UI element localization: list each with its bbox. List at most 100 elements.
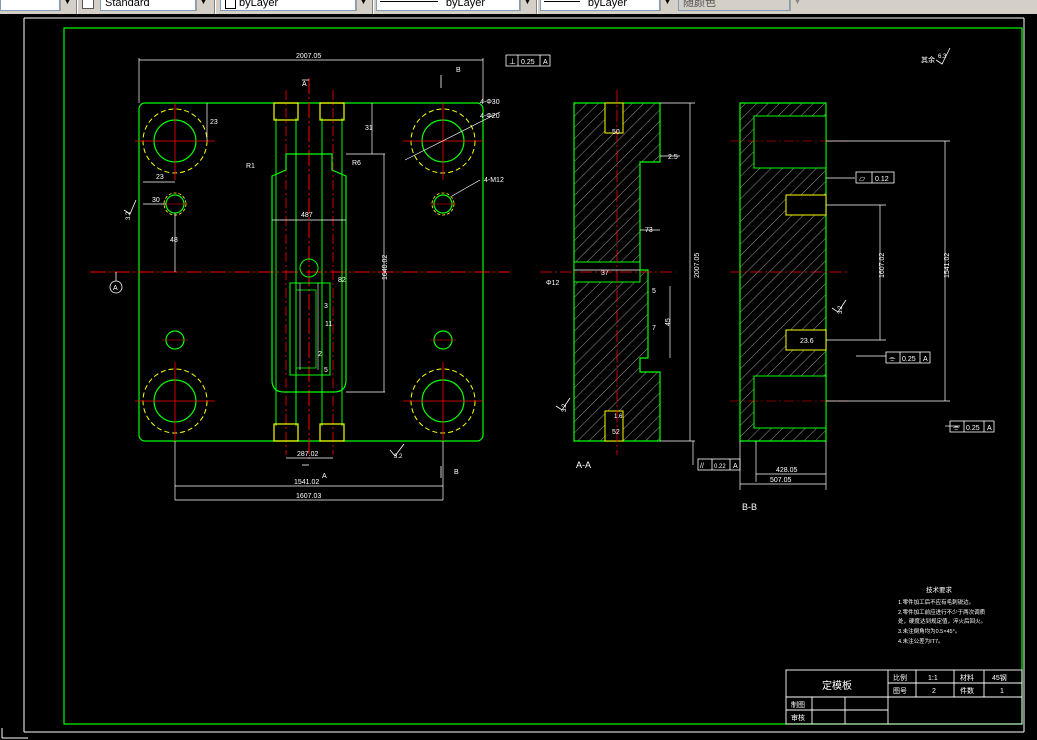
qty-value: 1 xyxy=(1000,688,1004,695)
lineweight-arrow[interactable]: ▼ xyxy=(660,0,674,11)
dim-82: 82 xyxy=(338,277,346,284)
dim-5: 5 xyxy=(324,367,328,374)
text-style-arrow[interactable]: ▼ xyxy=(196,0,210,11)
linetype-arrow[interactable]: ▼ xyxy=(520,0,534,11)
section-bb-label: B-B xyxy=(742,502,757,512)
left-combo-arrow[interactable]: ▼ xyxy=(60,0,74,11)
datum-a-letter: A xyxy=(113,285,118,292)
section-bb-bottom-pocket xyxy=(753,375,827,429)
text-style-icon[interactable] xyxy=(82,0,94,9)
dim-r1: R1 xyxy=(246,163,255,170)
section-aa-height: 2007.05 xyxy=(694,253,701,278)
dim-487: 487 xyxy=(301,212,313,219)
perp-symbol-top: ⊥ xyxy=(509,57,516,66)
dim-center-span: 287.02 xyxy=(297,451,319,458)
drawing-no-label: 图号 xyxy=(893,687,907,695)
tech-req-title: 技术要求 xyxy=(926,585,953,594)
toolbar-separator xyxy=(536,0,538,14)
roughness-section-bb: 3.2 xyxy=(838,305,844,314)
dim-r6: R6 xyxy=(352,160,361,167)
tech-req-line-4: 3.未注倒角均为0.5×45°。 xyxy=(898,627,960,635)
dim-overall-width: 2007.05 xyxy=(296,53,321,60)
dim-48: 48 xyxy=(170,237,178,244)
dim-height-right: 1640.02 xyxy=(382,255,389,280)
text-style-select[interactable]: Standard xyxy=(100,0,196,11)
layer-select[interactable]: byLayer xyxy=(220,0,356,11)
roughness-corner-label: 其余 xyxy=(921,55,935,64)
sym-symbol-mid: ⌯ xyxy=(889,354,896,363)
scale-label: 比例 xyxy=(893,673,907,682)
section-aa-d52: 52 xyxy=(612,429,620,436)
section-aa-d37: 37 xyxy=(601,270,609,277)
drawn-label: 制图 xyxy=(791,700,805,709)
left-combo[interactable] xyxy=(0,0,60,11)
linetype-preview xyxy=(380,1,438,2)
tech-req-line-5: 4.未注公差为IT7。 xyxy=(898,637,944,645)
plot-style-value: 随颜色 xyxy=(683,0,716,9)
tech-req-line-2: 2.零件加工前应进行不少于两次调质 xyxy=(898,608,986,616)
section-bb-top-pocket xyxy=(753,115,827,169)
ucs-icon xyxy=(1,728,28,739)
section-aa-d7: 7 xyxy=(652,325,656,332)
plot-style-select[interactable]: 随颜色 xyxy=(678,0,790,11)
section-aa-bore: Φ12 xyxy=(546,280,559,287)
vertical-scrollbar[interactable] xyxy=(1027,14,1037,740)
text-style-value: Standard xyxy=(105,0,150,9)
section-aa-label: A-A xyxy=(576,460,591,470)
tech-req-line-1: 1.零件加工后不应有毛刺锐边。 xyxy=(898,598,974,606)
layer-value: byLayer xyxy=(239,0,279,9)
qty-label: 件数 xyxy=(960,686,974,695)
section-bb-width-inner: 428.05 xyxy=(776,467,798,474)
scale-value: 1:1 xyxy=(928,675,938,682)
section-letter-b-top: B xyxy=(456,67,461,74)
section-bb-width-outer: 507.05 xyxy=(770,477,792,484)
material-label: 材料 xyxy=(960,673,974,682)
plot-style-arrow[interactable]: ▼ xyxy=(790,0,804,11)
lineweight-preview xyxy=(544,1,580,2)
dim-3: 3 xyxy=(324,303,328,310)
section-aa-d25: 2.5 xyxy=(668,154,678,161)
lineweight-value: byLayer xyxy=(587,0,627,9)
section-bb-height-b: 1541.02 xyxy=(944,253,951,278)
section-aa-d5: 5 xyxy=(652,288,656,295)
section-bb-upper-hole xyxy=(785,194,827,216)
dim-23b: 23 xyxy=(210,119,218,126)
parallel-symbol: // xyxy=(700,463,704,470)
section-bb-height-a: 1607.02 xyxy=(879,253,886,278)
dim-lower-width: 1607.03 xyxy=(296,493,321,500)
dim-30: 30 xyxy=(152,197,160,204)
section-letter-a-bottom: A xyxy=(322,473,327,480)
toolbar-separator xyxy=(214,0,216,14)
parallel-value: 0.22 xyxy=(714,464,726,470)
sym-datum-low: A xyxy=(987,425,992,432)
sym-value-low: 0.25 xyxy=(966,425,980,432)
toolbar-separator xyxy=(372,0,374,14)
toolbar-separator xyxy=(76,0,78,14)
section-bb-d236: 23.6 xyxy=(800,338,814,345)
part-name: 定模板 xyxy=(822,679,852,692)
material-value: 45钢 xyxy=(992,673,1007,682)
dim-31: 31 xyxy=(365,125,373,132)
drawing-no-value: 2 xyxy=(932,688,936,695)
dim-2: 2 xyxy=(318,351,322,358)
callout-4-phi30: 4-Φ30 xyxy=(480,99,500,106)
layer-color-swatch xyxy=(225,0,236,9)
tech-req-line-3: 处，硬度达到规定值，淬火后回火。 xyxy=(898,617,986,625)
checked-label: 审核 xyxy=(791,713,805,722)
dim-hole-span: 1541.02 xyxy=(294,479,319,486)
roughness-section-aa: 3.2 xyxy=(562,403,568,412)
parallel-datum: A xyxy=(733,463,738,470)
dim-23a: 23 xyxy=(156,174,164,181)
sym-value-mid: 0.25 xyxy=(902,356,916,363)
section-aa-d50: 50 xyxy=(612,129,620,136)
flatness-value: 0.12 xyxy=(875,176,889,183)
section-aa-d45: 45 xyxy=(665,318,672,326)
tol-value-top: 0.25 xyxy=(521,59,535,66)
layer-arrow[interactable]: ▼ xyxy=(356,0,370,11)
callout-4-m12: 4-M12 xyxy=(484,177,504,184)
properties-toolbar: ▼ Standard ▼ byLayer ▼ byLayer ▼ byLayer… xyxy=(0,0,1037,15)
dim-11: 11 xyxy=(325,321,332,328)
sym-datum-mid: A xyxy=(923,356,928,363)
drawing-canvas[interactable]: 2007.05 1607.03 1541.02 287.02 23 23 30 … xyxy=(0,14,1027,740)
linetype-value: byLayer xyxy=(445,0,485,9)
